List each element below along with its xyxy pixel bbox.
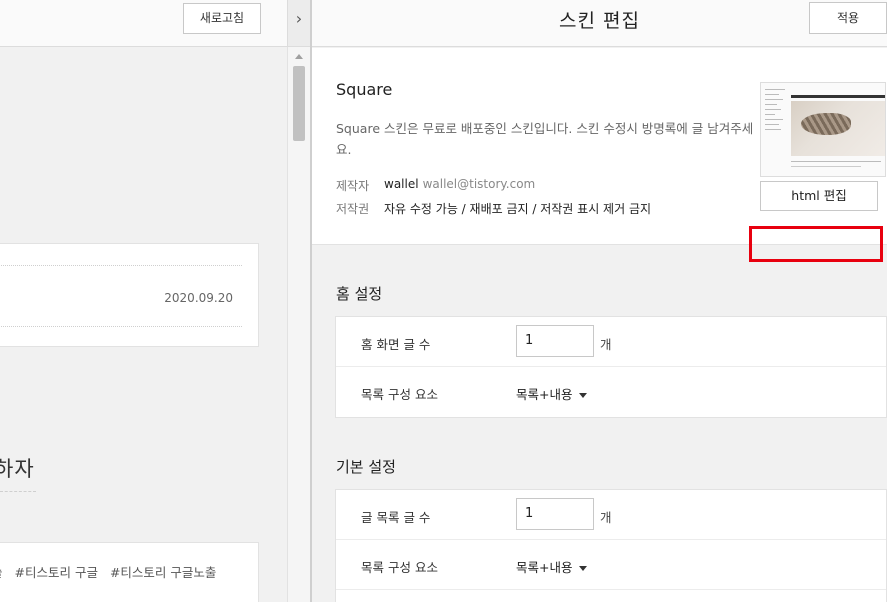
- refresh-button[interactable]: 새로고침: [183, 3, 261, 34]
- thumbnail-cat-image: [801, 113, 851, 135]
- setting-row: 목록 구성 요소 목록+내용: [336, 367, 886, 417]
- caret-down-icon: [579, 566, 588, 571]
- editor-header: 스킨 편집 적용: [312, 0, 887, 47]
- post-date: 2020.09.20: [164, 291, 233, 305]
- thumbnail-text-line: [791, 161, 881, 162]
- skin-thumbnail: [760, 82, 886, 177]
- skin-info-panel: Square Square 스킨은 무료로 배포중인 스킨입니다. 스킨 수정시…: [312, 48, 887, 262]
- unit-label: 개: [600, 337, 612, 352]
- collapse-panel-chevron-right-icon[interactable]: ›: [287, 0, 310, 47]
- basic-settings-box: 글 목록 글 수 1 개 목록 구성 요소 목록+내용: [335, 489, 887, 602]
- list-component-select[interactable]: 목록+내용: [516, 384, 588, 403]
- page-title: 스킨 편집: [559, 10, 640, 32]
- select-value: 목록+내용: [516, 387, 573, 402]
- thumbnail-sidebar: [765, 89, 787, 134]
- section-heading: 하자: [0, 457, 35, 481]
- author-value: wallel wallel@tistory.com: [384, 177, 535, 191]
- divider: [0, 265, 242, 266]
- basic-settings-title: 기본 설정: [336, 458, 396, 476]
- tag-list: 술 #티스토리 구글 #티스토리 구글노출: [0, 562, 224, 581]
- skin-editor-pane: 스킨 편집 적용 Square Square 스킨은 무료로 배포중인 스킨입니…: [312, 0, 887, 602]
- divider: [0, 326, 242, 327]
- highlight-box: [749, 226, 883, 262]
- preview-toolbar: 새로고침: [0, 0, 287, 47]
- license-value: 자유 수정 가능 / 재배포 금지 / 저작권 표시 제거 금지: [384, 202, 652, 216]
- caret-down-icon: [579, 393, 588, 398]
- list-component-label: 목록 구성 요소: [361, 387, 438, 402]
- thumbnail-header-bar: [791, 95, 885, 98]
- list-component-select[interactable]: 목록+내용: [516, 557, 588, 576]
- author-name: wallel: [384, 177, 419, 191]
- setting-row: 글 목록 글 수 1 개: [336, 490, 886, 540]
- tag-link[interactable]: #티스토리 구글노출: [110, 565, 216, 580]
- preview-scrollbar[interactable]: [287, 47, 310, 602]
- home-post-count-label: 홈 화면 글 수: [361, 337, 431, 352]
- tag-link[interactable]: #티스토리 구글: [15, 565, 98, 580]
- tag-link[interactable]: 술: [0, 565, 3, 580]
- scrollbar-thumb[interactable]: [293, 66, 305, 141]
- unit-label: 개: [600, 510, 612, 525]
- thumbnail-text-line: [791, 166, 861, 167]
- list-post-count-input[interactable]: 1: [516, 498, 594, 530]
- setting-row: 목록 구성 요소 목록+내용: [336, 540, 886, 590]
- skin-name: Square: [336, 80, 393, 99]
- preview-pane: 새로고침 2020.09.20 하자 술 #티스토리 구글 #티스토리 구글노출: [0, 0, 287, 602]
- list-component-label: 목록 구성 요소: [361, 560, 438, 575]
- license-label: 저작권: [336, 202, 370, 216]
- home-settings-title: 홈 설정: [336, 285, 383, 303]
- home-post-count-input[interactable]: 1: [516, 325, 594, 357]
- skin-description: Square 스킨은 무료로 배포중인 스킨입니다. 스킨 수정시 방명록에 글…: [336, 121, 754, 157]
- author-label: 제작자: [336, 179, 370, 193]
- author-email: wallel@tistory.com: [422, 177, 536, 191]
- html-edit-button[interactable]: html 편집: [760, 181, 878, 211]
- heading-underline: [0, 491, 36, 492]
- select-value: 목록+내용: [516, 560, 573, 575]
- home-settings-box: 홈 화면 글 수 1 개 목록 구성 요소 목록+내용: [335, 316, 887, 418]
- tag-card: 술 #티스토리 구글 #티스토리 구글노출: [0, 542, 259, 602]
- list-post-count-label: 글 목록 글 수: [361, 510, 431, 525]
- post-card[interactable]: 2020.09.20: [0, 243, 259, 347]
- scroll-up-arrow-icon[interactable]: [295, 54, 303, 59]
- setting-row: 홈 화면 글 수 1 개: [336, 317, 886, 367]
- setting-row: [336, 590, 886, 602]
- apply-button[interactable]: 적용: [809, 2, 887, 34]
